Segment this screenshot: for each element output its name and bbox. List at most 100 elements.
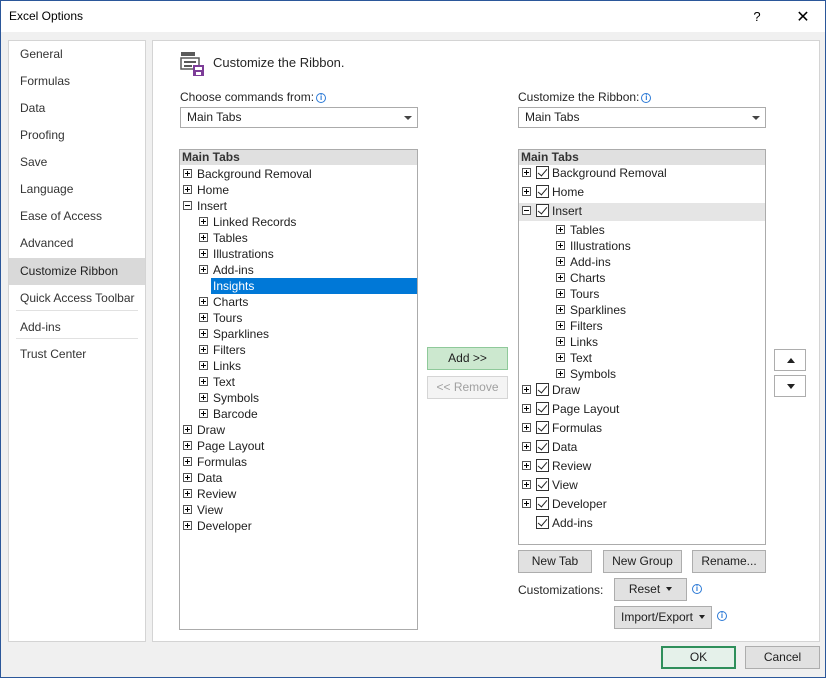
tree-item-symbols[interactable]: Symbols xyxy=(180,390,417,406)
expand-icon[interactable] xyxy=(183,425,192,434)
expand-icon[interactable] xyxy=(522,187,531,196)
expand-icon[interactable] xyxy=(522,461,531,470)
move-up-button[interactable] xyxy=(774,349,806,371)
tree-item-insert[interactable]: Insert xyxy=(519,203,765,221)
tree-item-data[interactable]: Data xyxy=(519,439,765,455)
remove-button[interactable]: << Remove xyxy=(427,376,508,399)
nav-item-data[interactable]: Data xyxy=(9,95,145,122)
checkbox[interactable] xyxy=(536,185,549,198)
checkbox[interactable] xyxy=(536,459,549,472)
tree-item-home[interactable]: Home xyxy=(519,184,765,200)
expand-icon[interactable] xyxy=(183,521,192,530)
new-tab-button[interactable]: New Tab xyxy=(518,550,592,573)
tree-item-background-removal[interactable]: Background Removal xyxy=(519,165,765,181)
cancel-button[interactable]: Cancel xyxy=(745,646,820,669)
tree-item-review[interactable]: Review xyxy=(519,458,765,474)
tree-item-charts[interactable]: Charts xyxy=(180,294,417,310)
nav-item-quick-access-toolbar[interactable]: Quick Access Toolbar xyxy=(9,285,145,312)
tree-item-add-ins[interactable]: Add-ins xyxy=(180,262,417,278)
tree-item-links[interactable]: Links xyxy=(180,358,417,374)
expand-icon[interactable] xyxy=(556,305,565,314)
nav-item-add-ins[interactable]: Add-ins xyxy=(9,314,145,341)
checkbox[interactable] xyxy=(536,516,549,529)
expand-icon[interactable] xyxy=(199,409,208,418)
collapse-icon[interactable] xyxy=(183,201,192,210)
expand-icon[interactable] xyxy=(556,321,565,330)
reset-dropdown[interactable]: Reset xyxy=(614,578,687,601)
expand-icon[interactable] xyxy=(522,480,531,489)
expand-icon[interactable] xyxy=(556,289,565,298)
expand-icon[interactable] xyxy=(199,297,208,306)
nav-item-customize-ribbon[interactable]: Customize Ribbon xyxy=(9,258,145,285)
expand-icon[interactable] xyxy=(199,361,208,370)
checkbox[interactable] xyxy=(536,497,549,510)
expand-icon[interactable] xyxy=(522,442,531,451)
tree-item-filters[interactable]: Filters xyxy=(519,318,765,334)
expand-icon[interactable] xyxy=(199,393,208,402)
expand-icon[interactable] xyxy=(522,404,531,413)
tree-item-developer[interactable]: Developer xyxy=(519,496,765,512)
tree-item-view[interactable]: View xyxy=(519,477,765,493)
tree-item-formulas[interactable]: Formulas xyxy=(180,454,417,470)
expand-icon[interactable] xyxy=(556,273,565,282)
expand-icon[interactable] xyxy=(556,241,565,250)
tree-item-insights[interactable]: Insights xyxy=(211,278,417,294)
tree-item-text[interactable]: Text xyxy=(519,350,765,366)
expand-icon[interactable] xyxy=(183,489,192,498)
close-button[interactable]: ✕ xyxy=(780,1,826,32)
checkbox[interactable] xyxy=(536,402,549,415)
tree-item-links[interactable]: Links xyxy=(519,334,765,350)
info-icon[interactable]: i xyxy=(316,93,327,103)
tree-item-filters[interactable]: Filters xyxy=(180,342,417,358)
nav-item-general[interactable]: General xyxy=(9,41,145,68)
choose-commands-combo[interactable]: Main Tabs xyxy=(180,107,418,128)
nav-item-ease-of-access[interactable]: Ease of Access xyxy=(9,203,145,230)
expand-icon[interactable] xyxy=(199,377,208,386)
help-button[interactable]: ? xyxy=(734,1,780,32)
tree-item-draw[interactable]: Draw xyxy=(519,382,765,398)
tree-item-barcode[interactable]: Barcode xyxy=(180,406,417,422)
checkbox[interactable] xyxy=(536,440,549,453)
nav-item-save[interactable]: Save xyxy=(9,149,145,176)
tree-item-text[interactable]: Text xyxy=(180,374,417,390)
checkbox[interactable] xyxy=(536,383,549,396)
tree-item-tables[interactable]: Tables xyxy=(519,222,765,238)
info-icon[interactable]: i xyxy=(641,93,652,103)
import-export-dropdown[interactable]: Import/Export xyxy=(614,606,712,629)
nav-item-language[interactable]: Language xyxy=(9,176,145,203)
tree-item-page-layout[interactable]: Page Layout xyxy=(180,438,417,454)
checkbox[interactable] xyxy=(536,478,549,491)
ok-button[interactable]: OK xyxy=(661,646,736,669)
expand-icon[interactable] xyxy=(183,169,192,178)
expand-icon[interactable] xyxy=(199,329,208,338)
tree-item-draw[interactable]: Draw xyxy=(180,422,417,438)
tree-item-tours[interactable]: Tours xyxy=(180,310,417,326)
expand-icon[interactable] xyxy=(199,313,208,322)
tree-item-illustrations[interactable]: Illustrations xyxy=(180,246,417,262)
expand-icon[interactable] xyxy=(183,505,192,514)
tree-item-view[interactable]: View xyxy=(180,502,417,518)
expand-icon[interactable] xyxy=(183,441,192,450)
rename-button[interactable]: Rename... xyxy=(692,550,766,573)
nav-item-proofing[interactable]: Proofing xyxy=(9,122,145,149)
nav-item-formulas[interactable]: Formulas xyxy=(9,68,145,95)
expand-icon[interactable] xyxy=(556,225,565,234)
tree-item-data[interactable]: Data xyxy=(180,470,417,486)
expand-icon[interactable] xyxy=(556,337,565,346)
expand-icon[interactable] xyxy=(556,369,565,378)
tree-item-home[interactable]: Home xyxy=(180,182,417,198)
tree-item-tables[interactable]: Tables xyxy=(180,230,417,246)
expand-icon[interactable] xyxy=(183,185,192,194)
info-icon[interactable]: i xyxy=(692,584,702,594)
checkbox[interactable] xyxy=(536,421,549,434)
tree-item-sparklines[interactable]: Sparklines xyxy=(519,302,765,318)
tree-item-developer[interactable]: Developer xyxy=(180,518,417,534)
tree-item-page-layout[interactable]: Page Layout xyxy=(519,401,765,417)
new-group-button[interactable]: New Group xyxy=(603,550,682,573)
nav-item-advanced[interactable]: Advanced xyxy=(9,230,145,257)
tree-item-background-removal[interactable]: Background Removal xyxy=(180,166,417,182)
expand-icon[interactable] xyxy=(199,345,208,354)
info-icon[interactable]: i xyxy=(717,611,727,621)
tree-item-add-ins[interactable]: Add-ins xyxy=(519,254,765,270)
tree-item-tours[interactable]: Tours xyxy=(519,286,765,302)
